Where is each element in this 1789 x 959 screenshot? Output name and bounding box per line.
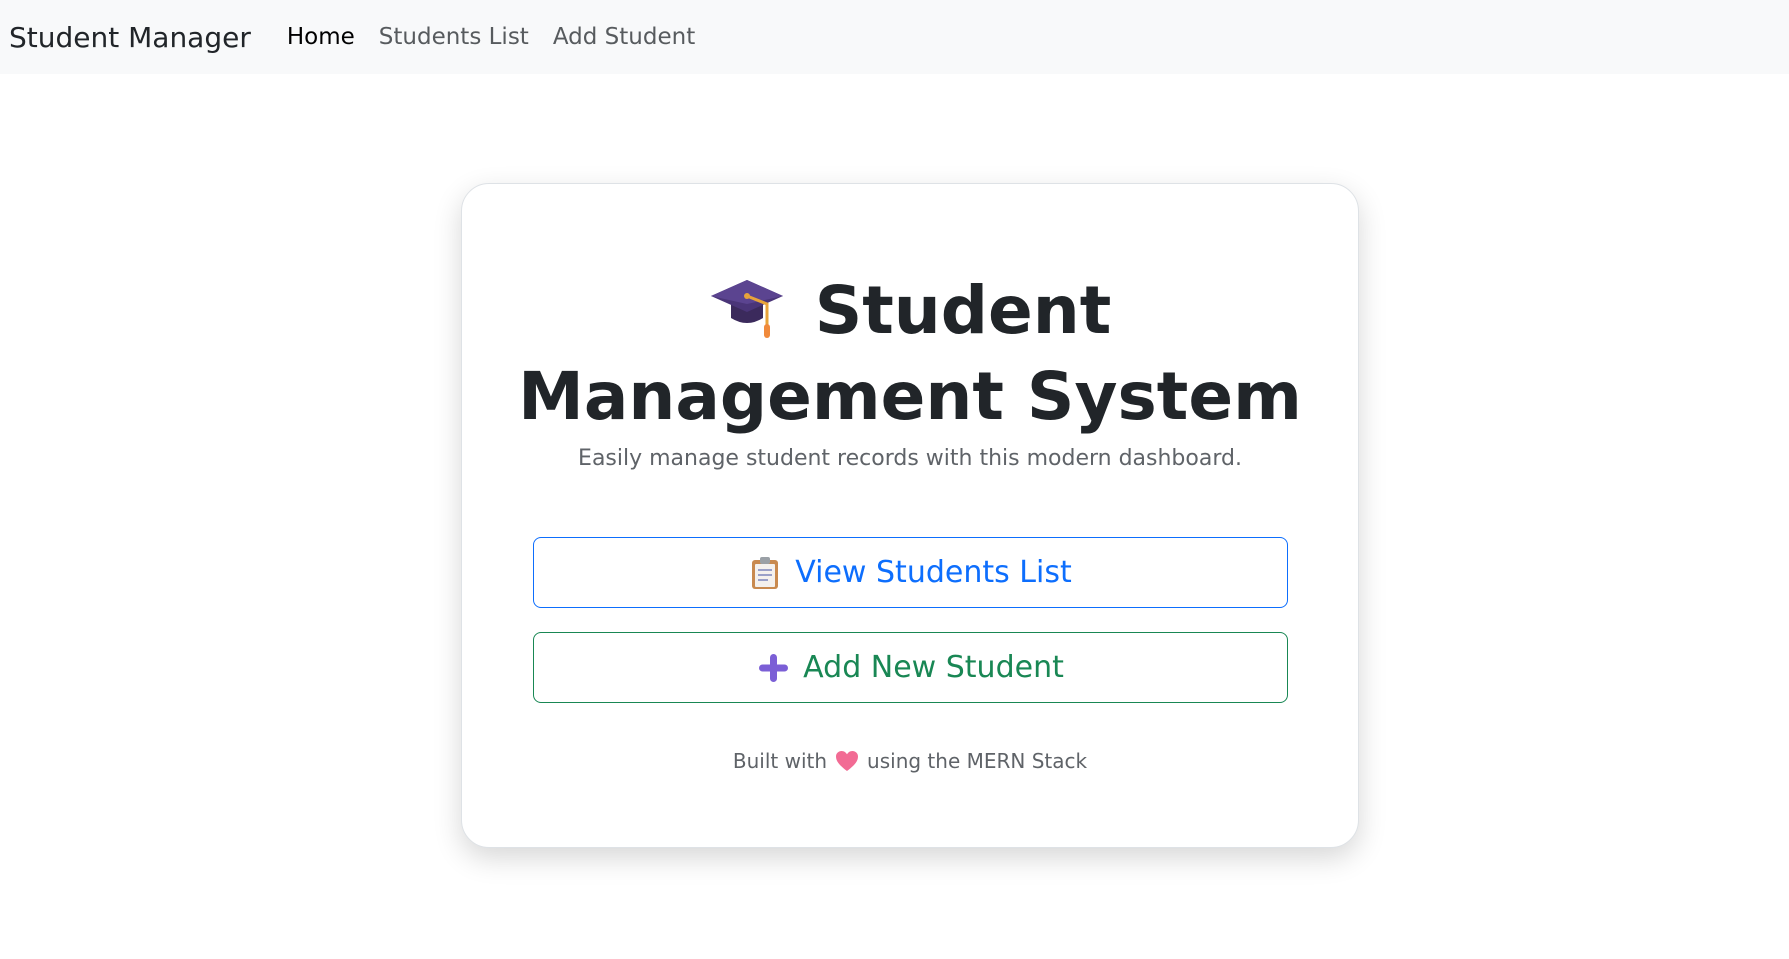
plus-icon (757, 651, 789, 685)
top-navbar: Student Manager Home Students List Add S… (0, 0, 1789, 74)
navbar-brand[interactable]: Student Manager (9, 21, 251, 54)
title-line-2: Management System (518, 358, 1302, 435)
nav-link-students-list[interactable]: Students List (379, 24, 529, 50)
title-text-1: Student (814, 272, 1112, 349)
page-subtitle: Easily manage student records with this … (578, 446, 1242, 471)
title-line-1: Student (462, 268, 1358, 354)
graduation-cap-icon (709, 274, 785, 344)
view-students-button[interactable]: View Students List (533, 537, 1288, 608)
footer-prefix: Built with (732, 749, 828, 773)
add-student-label: Add New Student (803, 650, 1064, 685)
footer-note: Built with using the MERN Stack (462, 749, 1358, 774)
view-students-label: View Students List (795, 555, 1072, 590)
add-student-button[interactable]: Add New Student (533, 632, 1288, 703)
page-title: Student Management System (462, 268, 1358, 440)
nav-link-home[interactable]: Home (287, 24, 355, 50)
clipboard-icon (749, 556, 781, 590)
nav-link-add-student[interactable]: Add Student (553, 24, 695, 50)
heart-icon (835, 750, 859, 772)
welcome-card: Student Management System Easily manage … (461, 183, 1359, 848)
footer-suffix: using the MERN Stack (867, 749, 1088, 773)
